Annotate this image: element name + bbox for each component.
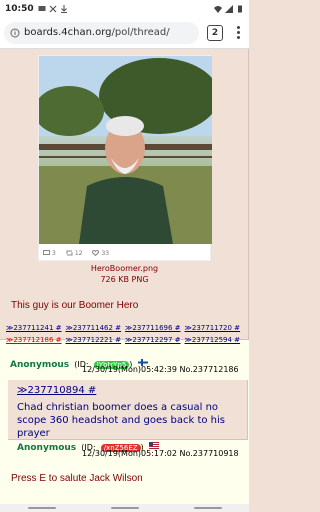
signal-icon — [225, 4, 233, 13]
status-bar: 10:50 — [0, 0, 249, 17]
browser-menu-icon[interactable] — [231, 26, 245, 39]
file-name[interactable]: HeroBoomer.png — [0, 264, 249, 273]
url-path: /pol/thread/ — [111, 27, 170, 38]
reply-dateline: 12/30/19(Mon)05:42:39 No.237712186 — [82, 365, 239, 374]
backlink[interactable]: ≫237712221 # — [66, 336, 122, 344]
tweet-reply-count: 3 — [43, 250, 56, 257]
us-flag-icon — [148, 442, 159, 449]
site-info-icon[interactable] — [10, 28, 20, 38]
reply-text: Press E to salute Jack Wilson — [11, 473, 143, 484]
nav-recents[interactable] — [193, 507, 222, 509]
post-image[interactable]: 3 12 33 — [38, 55, 212, 261]
backlink[interactable]: ≫237711462 # — [66, 324, 122, 332]
status-time: 10:50 — [5, 3, 34, 14]
browser-toolbar: boards.4chan.org/pol/thread/ 2 — [0, 17, 249, 49]
photo-illustration — [39, 56, 212, 244]
message-icon — [38, 5, 46, 11]
comment-icon — [43, 250, 50, 255]
backlink[interactable]: ≫237711720 # — [185, 324, 241, 332]
reply-dateline: 12/30/19(Mon)05:17:02 No.237710918 — [82, 449, 239, 458]
post-number[interactable]: No.237710918 — [180, 449, 239, 458]
quote-link[interactable]: ≫237710894 # — [17, 385, 96, 396]
tweet-retweet-count: 12 — [66, 250, 82, 257]
backlink[interactable]: ≫237712186 # — [6, 336, 62, 344]
tweet-like-count: 33 — [92, 250, 109, 257]
heart-icon — [92, 250, 100, 256]
url-text[interactable]: boards.4chan.org/pol/thread/ — [24, 27, 170, 38]
url-host: boards.4chan.org — [24, 27, 112, 38]
thread-page: 3 12 33 HeroBoomer.png 726 KB PNG This g… — [0, 49, 249, 504]
file-size: 726 KB PNG — [100, 275, 149, 284]
notification-icons — [38, 4, 68, 13]
backlink[interactable]: ≫237711696 # — [125, 324, 181, 332]
download-icon — [60, 4, 67, 13]
post-datetime: 12/30/19(Mon)05:42:39 — [82, 365, 177, 374]
system-nav-bar — [0, 504, 249, 512]
poster-name: Anonymous — [10, 360, 70, 370]
retweet-icon — [66, 250, 73, 256]
boomer-photo — [39, 56, 212, 244]
nav-home[interactable] — [110, 507, 139, 509]
tweet-actions: 3 12 33 — [39, 246, 212, 260]
tab-switcher-button[interactable]: 2 — [207, 24, 223, 41]
backlinks: ≫237711241 # ≫237711462 # ≫237711696 # ≫237… — [6, 322, 246, 346]
op-comment: This guy is our Boomer Hero — [11, 300, 139, 311]
wifi-icon — [214, 5, 222, 13]
battery-icon — [238, 5, 242, 12]
missed-call-icon — [49, 5, 57, 12]
post-number[interactable]: No.237712186 — [180, 365, 239, 374]
backlink[interactable]: ≫237712594 # — [185, 336, 241, 344]
poster-name: Anonymous — [17, 443, 77, 453]
nav-back[interactable] — [27, 507, 56, 509]
backlink[interactable]: ≫237712297 # — [125, 336, 181, 344]
post-datetime: 12/30/19(Mon)05:17:02 — [82, 449, 177, 458]
system-icons — [214, 4, 244, 13]
backlink[interactable]: ≫237711241 # — [6, 324, 62, 332]
partial-backlinks — [6, 495, 246, 504]
url-field[interactable]: boards.4chan.org/pol/thread/ — [4, 21, 199, 44]
